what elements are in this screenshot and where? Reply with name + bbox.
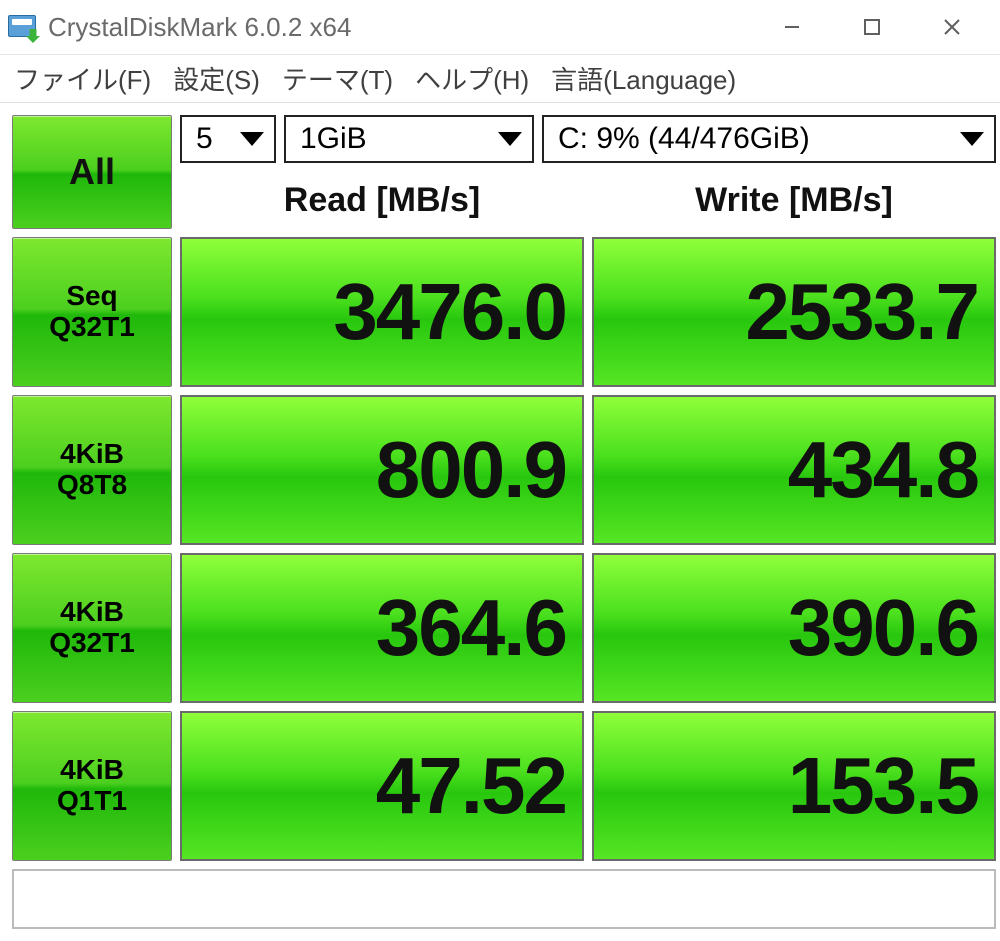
test-label-line2: Q1T1 (57, 786, 127, 817)
menu-file[interactable]: ファイル(F) (8, 56, 157, 101)
size-select[interactable]: 1GiB (284, 115, 534, 163)
test-label-line2: Q32T1 (49, 312, 135, 343)
test-button-4k-q8t8[interactable]: 4KiB Q8T8 (12, 395, 172, 545)
read-value-4k-q32t1: 364.6 (180, 553, 584, 703)
drive-value: C: 9% (44/476GiB) (558, 122, 810, 156)
menu-language[interactable]: 言語(Language) (545, 56, 742, 101)
read-value-4k-q1t1: 47.52 (180, 711, 584, 861)
chevron-down-icon (960, 132, 984, 146)
test-label-line1: 4KiB (60, 597, 124, 628)
window-title: CrystalDiskMark 6.0.2 x64 (48, 12, 772, 43)
app-icon (8, 11, 40, 43)
test-label-line2: Q32T1 (49, 628, 135, 659)
close-button[interactable] (932, 7, 972, 47)
status-bar (12, 869, 996, 929)
test-button-seq-q32t1[interactable]: Seq Q32T1 (12, 237, 172, 387)
test-label-line1: 4KiB (60, 439, 124, 470)
content-area: All 5 1GiB C: 9% (44/476GiB) Read [MB/s]… (0, 103, 1000, 941)
test-label-line1: Seq (66, 281, 117, 312)
menubar: ファイル(F) 設定(S) テーマ(T) ヘルプ(H) 言語(Language) (0, 55, 1000, 103)
menu-help[interactable]: ヘルプ(H) (409, 56, 535, 101)
size-value: 1GiB (300, 122, 367, 156)
chevron-down-icon (498, 132, 522, 146)
maximize-button[interactable] (852, 7, 892, 47)
window-controls (772, 7, 992, 47)
test-label-line2: Q8T8 (57, 470, 127, 501)
read-value-seq-q32t1: 3476.0 (180, 237, 584, 387)
selector-row: 5 1GiB C: 9% (44/476GiB) (180, 115, 996, 163)
write-value-4k-q32t1: 390.6 (592, 553, 996, 703)
write-value-4k-q1t1: 153.5 (592, 711, 996, 861)
chevron-down-icon (240, 132, 264, 146)
column-header-read: Read [MB/s] (180, 171, 584, 229)
write-value-seq-q32t1: 2533.7 (592, 237, 996, 387)
test-button-4k-q32t1[interactable]: 4KiB Q32T1 (12, 553, 172, 703)
run-all-label: All (69, 151, 115, 193)
menu-settings[interactable]: 設定(S) (167, 56, 266, 101)
menu-theme[interactable]: テーマ(T) (276, 56, 399, 101)
titlebar: CrystalDiskMark 6.0.2 x64 (0, 0, 1000, 55)
runs-select[interactable]: 5 (180, 115, 276, 163)
drive-select[interactable]: C: 9% (44/476GiB) (542, 115, 996, 163)
run-all-button[interactable]: All (12, 115, 172, 229)
test-button-4k-q1t1[interactable]: 4KiB Q1T1 (12, 711, 172, 861)
read-value-4k-q8t8: 800.9 (180, 395, 584, 545)
column-header-write: Write [MB/s] (592, 171, 996, 229)
write-value-4k-q8t8: 434.8 (592, 395, 996, 545)
runs-value: 5 (196, 122, 213, 156)
minimize-button[interactable] (772, 7, 812, 47)
test-label-line1: 4KiB (60, 755, 124, 786)
